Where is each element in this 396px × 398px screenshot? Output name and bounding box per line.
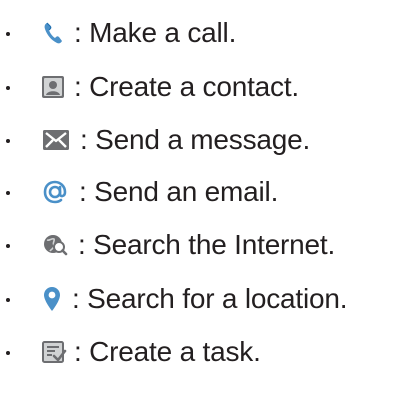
list-item-text: : Make a call. xyxy=(74,17,237,48)
list-item-text: : Create a task. xyxy=(74,336,261,367)
list-item-send-message: : Send a message. xyxy=(0,120,396,160)
email-at-icon xyxy=(41,178,69,206)
bullet xyxy=(6,191,10,195)
bullet xyxy=(6,86,10,90)
list-item-text: : Search the Internet. xyxy=(78,229,336,260)
bullet xyxy=(6,351,10,355)
bullet xyxy=(6,244,10,248)
list-item-create-contact: : Create a contact. xyxy=(0,67,396,107)
internet-search-icon xyxy=(41,231,69,259)
phone-icon xyxy=(40,19,68,47)
list-item-text: : Send a message. xyxy=(80,124,311,155)
message-icon xyxy=(41,126,71,154)
list-item-send-email: : Send an email. xyxy=(0,172,396,212)
list-item-search-location: : Search for a location. xyxy=(0,279,396,319)
list-item-text: : Send an email. xyxy=(79,176,279,207)
bullet xyxy=(6,32,10,36)
list-item-text: : Search for a location. xyxy=(72,283,348,314)
contact-icon xyxy=(39,73,67,101)
list-item-text: : Create a contact. xyxy=(74,71,299,102)
task-icon xyxy=(40,338,68,366)
list-item-create-task: : Create a task. xyxy=(0,332,396,372)
list-item-search-internet: : Search the Internet. xyxy=(0,225,396,265)
bullet xyxy=(6,298,10,302)
bullet xyxy=(6,139,10,143)
location-pin-icon xyxy=(38,285,66,313)
list-item-make-call: : Make a call. xyxy=(0,13,396,53)
